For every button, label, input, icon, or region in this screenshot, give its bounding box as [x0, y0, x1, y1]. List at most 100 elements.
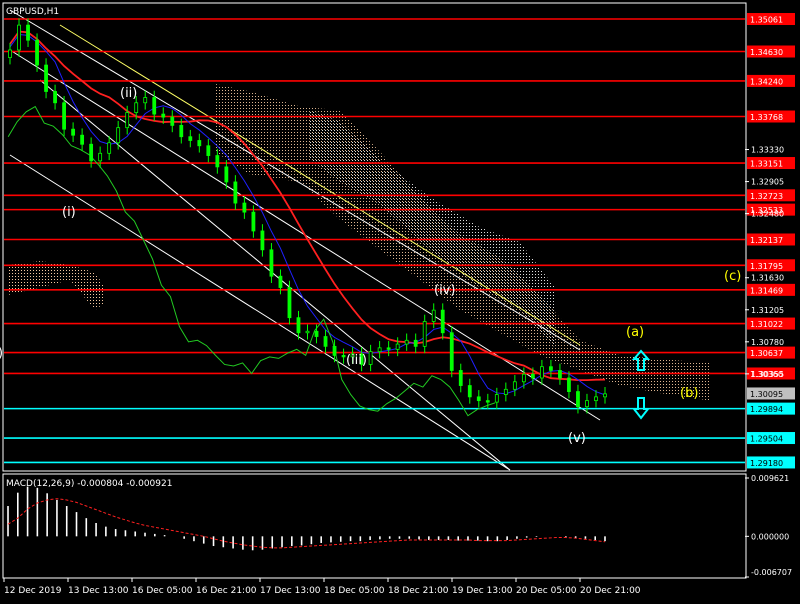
x-tick-label: 16 Dec 21:00 [196, 586, 257, 596]
macd-signal-line [7, 498, 606, 549]
candles [8, 18, 607, 414]
candle-body [35, 39, 39, 66]
y-tick-label: 1.30355 [751, 370, 784, 379]
resistance-level-tag-text: 1.31022 [750, 320, 783, 329]
candle-body [449, 332, 454, 371]
candle-body [305, 330, 310, 334]
candle-body [98, 152, 103, 162]
candle-body [567, 377, 571, 392]
wave-label-partial: ) [0, 346, 3, 361]
candle-body [485, 400, 490, 403]
candle-body [53, 91, 57, 104]
candle-body [224, 166, 229, 183]
resistance-level-tag-text: 1.33151 [750, 160, 783, 169]
x-tick-label: 20 Dec 21:00 [580, 586, 641, 596]
candle-body [206, 145, 211, 156]
candle-body [413, 339, 418, 347]
chart-window[interactable]: 1.35061 1.34630 1.34240 1.33768 1.33151 1.327… [0, 0, 800, 600]
candle-body [116, 127, 121, 144]
y-tick-label: 1.31630 [751, 274, 784, 283]
macd-y-tick-label: -0.006707 [751, 568, 792, 577]
candle-body [332, 345, 337, 356]
y-tick-label: 1.32480 [751, 210, 784, 219]
candle-body [242, 202, 247, 213]
candle-body [215, 155, 220, 168]
wave-label: (ii) [120, 86, 137, 101]
candle-body [152, 97, 157, 115]
candle-body [278, 275, 283, 288]
price-chart[interactable]: 1.35061 1.34630 1.34240 1.33768 1.33151 1.327… [0, 0, 800, 600]
candle-body [269, 249, 274, 277]
indicator-lines [7, 30, 606, 417]
candle-body [585, 400, 589, 408]
macd-pane-frame [2, 473, 747, 579]
x-tick-label: 18 Dec 21:00 [388, 586, 449, 596]
wave-label: (i) [62, 205, 76, 220]
wave-label: (iv) [434, 283, 455, 298]
y-tick-label: 1.30780 [751, 338, 784, 347]
candle-body [323, 336, 328, 347]
candle-body [404, 339, 409, 345]
candle-body [71, 128, 76, 136]
candle-body [8, 49, 12, 58]
candle-body [494, 394, 499, 403]
y-tick-label: 1.33330 [751, 146, 784, 155]
candle-body [341, 354, 346, 358]
x-tick-label: 12 Dec 2019 [4, 586, 62, 596]
macd-label: MACD(12,26,9) -0.000804 -0.000921 [6, 479, 172, 489]
candle-body [422, 321, 427, 347]
candle-body [476, 396, 481, 402]
candle-body [143, 97, 148, 104]
candle-body [17, 24, 21, 51]
support-level-tag-text: 1.29504 [750, 435, 783, 444]
resistance-level-tag-text: 1.30637 [750, 349, 783, 358]
candle-body [26, 24, 30, 41]
candle-body [170, 116, 175, 126]
x-tick-label: 13 Dec 13:00 [68, 586, 129, 596]
candle-body [503, 388, 508, 395]
candle-body [287, 287, 292, 319]
candle-body [440, 309, 445, 334]
support-level-tag-text: 1.29894 [750, 405, 783, 414]
x-tick-label: 16 Dec 05:00 [132, 586, 193, 596]
resistance-level-tag-text: 1.32723 [750, 192, 783, 201]
wave-label: (c) [724, 269, 741, 284]
resistance-level-tag-text: 1.34630 [750, 48, 783, 57]
candle-body [530, 373, 535, 379]
candle-body [368, 351, 373, 365]
candle-body [80, 134, 85, 145]
wave-label: (b) [680, 386, 698, 401]
candle-body [296, 317, 301, 334]
candle-body [549, 366, 553, 371]
macd-y-tick-label: 0.000000 [751, 532, 789, 541]
candle-body [386, 347, 391, 350]
symbol-label: GBPUSD,H1 [6, 7, 59, 17]
candle-body [161, 113, 166, 118]
support-level-tag-text: 1.29180 [750, 459, 783, 468]
candle-body [260, 230, 265, 251]
price-axis[interactable]: 1.33330 1.32905 1.32480 1.31630 1.31205 1.307… [745, 146, 795, 400]
candle-body [539, 366, 544, 379]
resistance-level-tag-text: 1.31469 [750, 286, 783, 295]
candle-body [188, 136, 193, 141]
candle-body [251, 211, 256, 232]
resistance-level-tag-text: 1.34240 [750, 77, 783, 86]
y-tick-label: 1.31205 [751, 306, 784, 315]
x-tick-label: 17 Dec 13:00 [260, 586, 321, 596]
candle-body [576, 391, 580, 408]
macd-indicator: 0.009621 0.000000 -0.006707 [7, 474, 792, 578]
candle-body [89, 143, 94, 162]
candle-body [134, 102, 139, 113]
candle-body [44, 64, 48, 92]
candle-body [179, 125, 184, 138]
x-tick-label: 20 Dec 05:00 [516, 586, 577, 596]
candle-body [377, 347, 382, 353]
candle-body [431, 309, 436, 322]
cloud-area-early [8, 261, 105, 311]
candle-body [197, 140, 202, 147]
candle-body [603, 393, 607, 398]
time-axis: 12 Dec 2019 13 Dec 13:00 16 Dec 05:00 16 De… [3, 578, 641, 596]
candle-body [458, 370, 463, 386]
wave-label: (v) [568, 431, 586, 446]
candle-body [594, 396, 598, 402]
